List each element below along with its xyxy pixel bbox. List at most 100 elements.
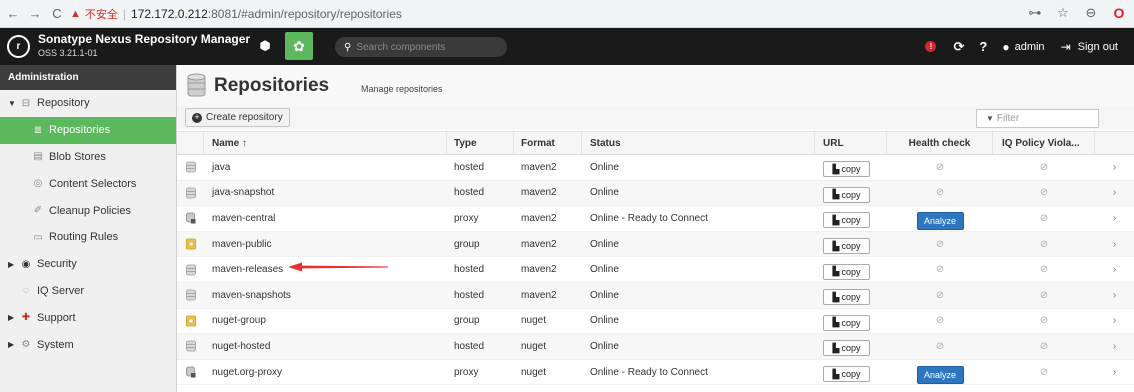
copy-url-button[interactable]: ▙ copy <box>823 212 870 229</box>
table-row[interactable]: java-snapshot hosted maven2 Online ▙ copy ⊘ ⊘ › <box>177 180 1134 207</box>
search-icon: ⚲ <box>344 41 352 53</box>
refresh-icon[interactable]: ⟳ <box>953 39 964 55</box>
page-title: Repositories <box>214 75 330 96</box>
copy-url-button[interactable]: ▙ copy <box>823 186 870 203</box>
health-check-cell: ⊘ <box>887 232 993 257</box>
chevron-right-icon[interactable]: › <box>1095 360 1134 385</box>
col-url[interactable]: URL <box>815 132 887 154</box>
repo-format: nuget <box>521 366 547 378</box>
browse-cube-icon[interactable]: ⬢ <box>256 37 274 55</box>
health-check-cell: ⊘ <box>887 155 993 180</box>
col-format[interactable]: Format <box>514 132 582 154</box>
repo-status: Online - Ready to Connect <box>590 212 708 224</box>
page-subtitle: Manage repositories <box>361 84 443 94</box>
col-iq[interactable]: IQ Policy Viola... <box>993 132 1095 154</box>
profile-icon[interactable]: ⊖ <box>1082 4 1100 22</box>
not-available-icon: ⊘ <box>935 289 945 301</box>
routing-icon: ▭ <box>33 231 43 243</box>
repo-format: maven2 <box>521 264 557 276</box>
key-icon[interactable]: ⊶ <box>1026 4 1044 22</box>
table-row[interactable]: java hosted maven2 Online ▙ copy ⊘ ⊘ › <box>177 155 1134 181</box>
copy-url-button[interactable]: ▙ copy <box>823 161 870 178</box>
help-icon[interactable]: ? <box>979 39 987 54</box>
copy-url-button[interactable]: ▙ copy <box>823 314 870 331</box>
chevron-right-icon[interactable]: › <box>1095 155 1134 180</box>
repo-type: group <box>454 238 480 250</box>
selector-icon: ◎ <box>33 178 43 190</box>
warning-icon: ▲ <box>70 7 81 20</box>
col-type[interactable]: Type <box>447 132 514 154</box>
sidebar-item-support[interactable]: ▶ ✚ Support <box>0 304 176 331</box>
back-icon[interactable]: ← <box>4 5 22 23</box>
admin-sidebar: Administration ▼ ⊟ Repository ≣ Reposito… <box>0 65 177 392</box>
sidebar-item-cleanup-policies[interactable]: ✐ Cleanup Policies <box>0 197 176 224</box>
filter-field[interactable]: ▼ <box>976 109 1099 128</box>
repo-type-icon <box>177 309 204 334</box>
chevron-right-icon[interactable]: › <box>1095 181 1134 206</box>
col-name[interactable]: Name ↑ <box>204 132 447 154</box>
analyze-button[interactable]: Analyze <box>916 366 964 385</box>
opera-icon[interactable]: O <box>1110 4 1128 22</box>
copy-url-button[interactable]: ▙ copy <box>823 263 870 280</box>
sidebar-item-label: Repository <box>37 97 90 110</box>
table-row[interactable]: nuget-group group nuget Online ▙ copy ⊘ ⊘ › <box>177 309 1134 335</box>
caret-right-icon: ▶ <box>8 259 15 269</box>
security-icon: ◉ <box>21 258 31 270</box>
sidebar-item-blob-stores[interactable]: ▤ Blob Stores <box>0 144 176 171</box>
copy-label: copy <box>841 215 861 226</box>
copy-url-button[interactable]: ▙ copy <box>823 340 870 357</box>
col-health[interactable]: Health check <box>887 132 993 154</box>
copy-url-button[interactable]: ▙ copy <box>823 289 870 306</box>
sidebar-item-iq-server[interactable]: ◌ IQ Server <box>0 278 176 305</box>
repo-type-icon <box>177 360 204 385</box>
col-chevron <box>1095 132 1134 154</box>
sidebar-item-system[interactable]: ▶ ⚙ System <box>0 331 176 358</box>
sidebar-item-repositories[interactable]: ≣ Repositories <box>0 116 176 144</box>
chevron-right-icon[interactable]: › <box>1095 257 1134 282</box>
not-available-icon: ⊘ <box>935 187 945 199</box>
address-bar[interactable]: ▲ 不安全 | 172.172.0.212 :8081/#admin/repos… <box>70 3 1052 24</box>
search-components[interactable]: ⚲ <box>335 37 507 57</box>
chevron-right-icon[interactable]: › <box>1095 283 1134 308</box>
table-row[interactable]: maven-public group maven2 Online ▙ copy ⊘ ⊘ › <box>177 231 1134 258</box>
health-check-cell: ⊘ <box>887 257 993 282</box>
nexus-logo-icon[interactable]: r <box>7 35 30 58</box>
copy-label: copy <box>841 343 861 354</box>
chevron-right-icon[interactable]: › <box>1095 232 1134 257</box>
user-menu[interactable]: ● admin <box>1002 40 1044 54</box>
copy-url-button[interactable]: ▙ copy <box>823 238 870 255</box>
copy-url-button[interactable]: ▙ copy <box>823 366 870 383</box>
star-icon[interactable]: ☆ <box>1054 4 1072 22</box>
iq-policy-cell: ⊘ <box>993 181 1095 206</box>
copy-icon: ▙ <box>832 342 840 353</box>
repo-type: group <box>454 315 480 327</box>
insecure-label: 不安全 <box>84 8 118 21</box>
table-row[interactable]: nuget-hosted hosted nuget Online ▙ copy ⊘ ⊘ › <box>177 334 1134 360</box>
sidebar-item-routing-rules[interactable]: ▭ Routing Rules <box>0 224 176 251</box>
table-row[interactable]: maven-central proxy maven2 Online - Ready t… <box>177 206 1134 232</box>
repo-url-cell: ▙ copy <box>815 334 887 359</box>
admin-gear-icon[interactable]: ✿ <box>285 32 313 60</box>
sidebar-item-repository[interactable]: ▼ ⊟ Repository <box>0 90 176 117</box>
url-separator: | <box>122 6 127 21</box>
brand-title: Sonatype Nexus Repository Manager <box>38 32 251 46</box>
table-row[interactable]: nuget.org-proxy proxy nuget Online - Ready … <box>177 360 1134 386</box>
chevron-right-icon[interactable]: › <box>1095 206 1134 231</box>
chevron-right-icon[interactable]: › <box>1095 334 1134 359</box>
chevron-right-icon[interactable]: › <box>1095 309 1134 334</box>
alert-icon[interactable]: ! <box>925 41 937 52</box>
col-status[interactable]: Status <box>582 132 815 154</box>
database-icon <box>187 73 206 97</box>
sidebar-item-content-selectors[interactable]: ◎ Content Selectors <box>0 170 176 197</box>
reload-icon[interactable]: C <box>48 5 66 23</box>
forward-icon[interactable]: → <box>26 5 44 23</box>
analyze-button[interactable]: Analyze <box>916 212 964 231</box>
search-input[interactable] <box>356 41 497 53</box>
iq-policy-cell: ⊘ <box>993 232 1095 257</box>
repo-name: nuget-hosted <box>212 340 271 352</box>
signout-button[interactable]: ⇥ Sign out <box>1061 40 1118 54</box>
table-row[interactable]: maven-snapshots hosted maven2 Online ▙ copy ⊘ ⊘… <box>177 282 1134 309</box>
create-repository-button[interactable]: + Create repository <box>185 108 290 127</box>
sidebar-item-security[interactable]: ▶ ◉ Security <box>0 251 176 278</box>
filter-input[interactable] <box>996 113 1092 124</box>
